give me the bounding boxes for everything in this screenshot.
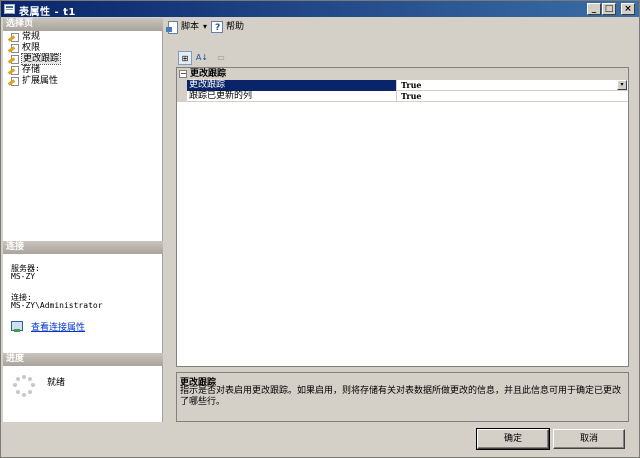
connection-header: 连接 bbox=[3, 241, 163, 254]
maximize-button[interactable]: □ bbox=[602, 3, 616, 15]
page-item-storage[interactable]: 存储 bbox=[5, 65, 161, 76]
close-button[interactable]: × bbox=[621, 3, 635, 15]
chevron-down-icon[interactable]: ▾ bbox=[203, 20, 207, 34]
page-item-label: 常规 bbox=[22, 32, 41, 42]
help-icon bbox=[211, 21, 223, 35]
row-gutter bbox=[177, 91, 187, 102]
progress-header: 进度 bbox=[3, 353, 163, 366]
select-page-header: 选择页 bbox=[3, 18, 163, 31]
script-button[interactable]: 脚本 ▾ bbox=[166, 20, 210, 34]
view-connection-properties-link[interactable]: 查看连接属性 bbox=[31, 320, 85, 333]
page-wrench-icon bbox=[7, 77, 20, 86]
property-value-text: True bbox=[401, 80, 422, 90]
progress-status: 就绪 bbox=[47, 378, 66, 388]
page-item-permissions[interactable]: 权限 bbox=[5, 43, 161, 54]
page-wrench-icon bbox=[7, 55, 20, 64]
toolbar: 脚本 ▾ 帮助 bbox=[164, 18, 637, 36]
property-value-text: True bbox=[401, 91, 422, 101]
page-wrench-icon bbox=[7, 33, 20, 42]
property-value[interactable]: True ▾ bbox=[398, 80, 628, 91]
server-value: MS-ZY bbox=[11, 272, 36, 281]
window-title: 表属性 - t1 bbox=[19, 7, 76, 18]
left-pane: 选择页 常规 权限 更改跟踪 存储 扩展属性 连接 服务器: MS-ZY 连接:… bbox=[3, 18, 163, 422]
script-label: 脚本 bbox=[181, 22, 200, 32]
property-row-track-columns-updated[interactable]: 跟踪已更新的列 True bbox=[177, 91, 628, 102]
page-item-label: 扩展属性 bbox=[22, 76, 59, 86]
category-row[interactable]: − 更改跟踪 bbox=[177, 68, 628, 80]
page-item-change-tracking[interactable]: 更改跟踪 bbox=[5, 53, 161, 65]
help-label: 帮助 bbox=[226, 22, 245, 32]
cancel-button[interactable]: 取消 bbox=[553, 429, 625, 449]
page-item-extended-properties[interactable]: 扩展属性 bbox=[5, 76, 161, 87]
table-properties-window: 表属性 - t1 _ □ × 选择页 常规 权限 更改跟踪 存储 扩展属性 连接… bbox=[0, 0, 640, 458]
property-row-change-tracking[interactable]: 更改跟踪 True ▾ bbox=[177, 80, 628, 91]
alphabetical-sort-icon[interactable]: A↓ bbox=[195, 51, 209, 65]
connection-properties-icon bbox=[11, 321, 23, 332]
property-panel: ⊞ A↓ ▭ − 更改跟踪 更改跟踪 True ▾ 跟踪已更新的列 True 更… bbox=[174, 46, 631, 424]
row-gutter bbox=[177, 80, 187, 91]
progress-spinner-icon bbox=[13, 375, 35, 397]
help-button[interactable]: 帮助 bbox=[211, 20, 247, 35]
property-pages-icon[interactable]: ▭ bbox=[214, 51, 228, 65]
ok-button[interactable]: 确定 bbox=[476, 428, 550, 450]
collapse-icon[interactable]: − bbox=[179, 70, 187, 78]
property-name[interactable]: 跟踪已更新的列 bbox=[187, 91, 397, 102]
page-item-label: 权限 bbox=[22, 43, 41, 53]
page-item-general[interactable]: 常规 bbox=[5, 32, 161, 43]
description-text: 指示是否对表启用更改跟踪。如果启用，则将存储有关对表数据所做更改的信息，并且此信… bbox=[180, 386, 622, 407]
page-wrench-icon bbox=[7, 44, 20, 53]
categorized-icon[interactable]: ⊞ bbox=[178, 51, 192, 65]
property-grid: − 更改跟踪 更改跟踪 True ▾ 跟踪已更新的列 True bbox=[176, 67, 629, 367]
table-icon bbox=[4, 4, 15, 14]
page-item-label: 更改跟踪 bbox=[20, 53, 62, 65]
page-item-label: 存储 bbox=[22, 65, 41, 75]
category-label: 更改跟踪 bbox=[190, 69, 227, 79]
property-name[interactable]: 更改跟踪 bbox=[187, 80, 397, 91]
page-wrench-icon bbox=[7, 66, 20, 75]
page-list: 常规 权限 更改跟踪 存储 扩展属性 bbox=[5, 32, 161, 87]
title-bar[interactable]: 表属性 - t1 _ □ × bbox=[1, 1, 639, 18]
description-panel: 更改跟踪 指示是否对表启用更改跟踪。如果启用，则将存储有关对表数据所做更改的信息… bbox=[176, 372, 629, 422]
minimize-button[interactable]: _ bbox=[587, 3, 601, 15]
connection-value: MS-ZY\Administrator bbox=[11, 301, 103, 310]
property-value[interactable]: True bbox=[398, 91, 628, 102]
script-icon bbox=[166, 21, 178, 34]
dropdown-arrow-icon[interactable]: ▾ bbox=[617, 80, 627, 90]
